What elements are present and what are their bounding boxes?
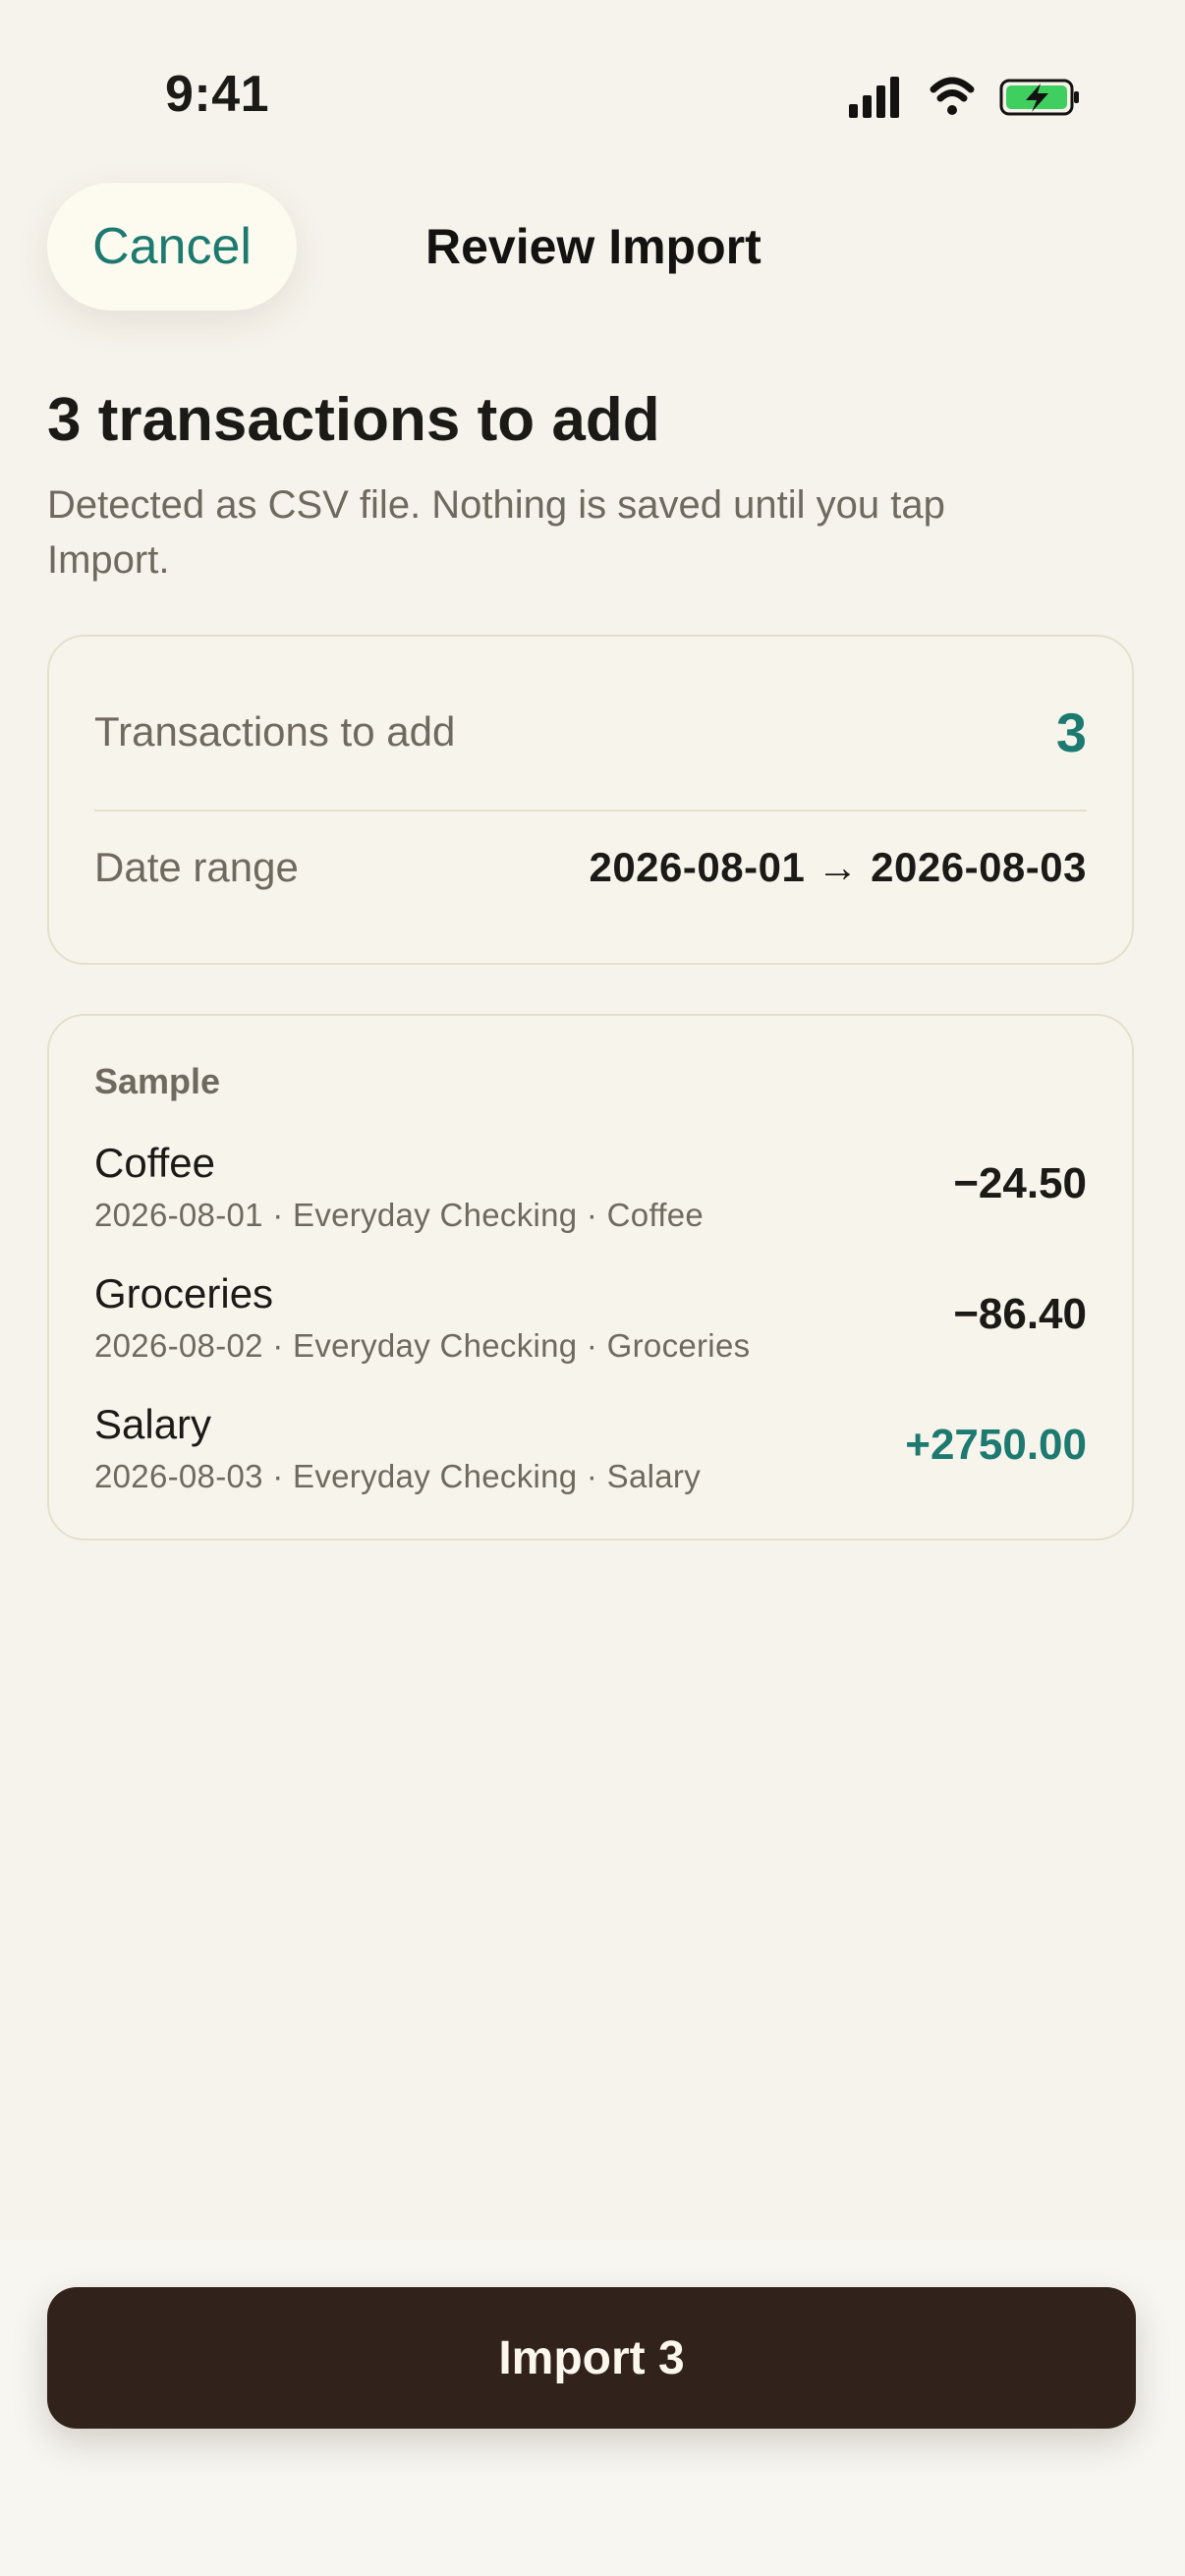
- status-bar: 9:41: [0, 0, 1185, 187]
- transaction-meta: 2026-08-02 · Everyday Checking · Groceri…: [94, 1327, 751, 1364]
- transactions-count-value: 3: [1055, 700, 1087, 763]
- battery-charging-icon: [999, 79, 1079, 116]
- transactions-count-label: Transactions to add: [94, 708, 456, 755]
- transaction-name: Salary: [94, 1401, 212, 1447]
- date-range-label: Date range: [94, 844, 299, 890]
- transaction-row: Salary 2026-08-03 · Everyday Checking · …: [94, 1401, 1087, 1509]
- status-icons: [849, 77, 1079, 118]
- sample-card: Sample Coffee 2026-08-01 · Everyday Chec…: [47, 1014, 1134, 1540]
- transaction-name: Coffee: [94, 1140, 215, 1186]
- transaction-name: Groceries: [94, 1270, 274, 1316]
- import-button[interactable]: Import 3: [47, 2287, 1136, 2429]
- transaction-row: Groceries 2026-08-02 · Everyday Checking…: [94, 1270, 1087, 1378]
- date-range-value: 2026-08-01 → 2026-08-03: [589, 844, 1087, 890]
- cellular-signal-icon: [849, 77, 899, 118]
- nav-bar: Cancel Review Import: [0, 183, 1185, 310]
- import-subtitle: Detected as CSV file. Nothing is saved u…: [47, 483, 945, 582]
- summary-card: Transactions to add 3 Date range 2026-08…: [47, 635, 1134, 965]
- status-time: 9:41: [165, 66, 270, 123]
- bottom-action-bar: Import 3: [0, 2240, 1185, 2576]
- wifi-icon: [930, 77, 975, 115]
- divider: [94, 810, 1087, 812]
- transaction-amount: −86.40: [953, 1290, 1087, 1338]
- import-heading: 3 transactions to add: [47, 386, 660, 454]
- transaction-row: Coffee 2026-08-01 · Everyday Checking · …: [94, 1140, 1087, 1248]
- transaction-meta: 2026-08-03 · Everyday Checking · Salary: [94, 1458, 701, 1494]
- date-range-row: Date range 2026-08-01 → 2026-08-03: [94, 833, 1087, 902]
- transactions-count-row: Transactions to add 3: [94, 698, 1087, 766]
- transaction-amount: −24.50: [953, 1159, 1087, 1207]
- sample-title: Sample: [94, 1061, 221, 1101]
- cancel-button[interactable]: Cancel: [47, 183, 297, 310]
- transaction-amount: +2750.00: [905, 1421, 1087, 1469]
- page-title: Review Import: [425, 219, 762, 274]
- transaction-meta: 2026-08-01 · Everyday Checking · Coffee: [94, 1197, 705, 1233]
